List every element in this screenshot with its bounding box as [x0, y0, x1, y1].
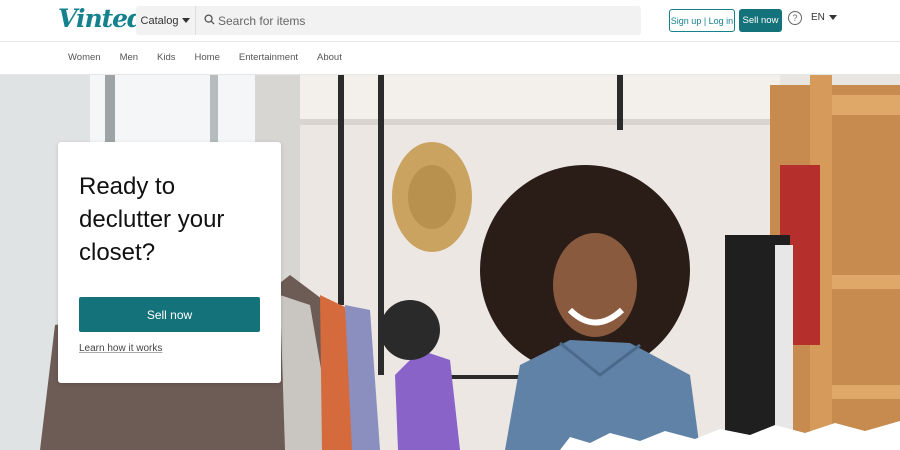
nav-item-women[interactable]: Women	[68, 52, 101, 63]
sell-now-hero-button[interactable]: Sell now	[79, 297, 260, 332]
catalog-label: Catalog	[140, 14, 179, 27]
hero-title: Ready to declutter your closet?	[79, 173, 225, 266]
language-selector[interactable]: EN	[811, 12, 837, 23]
nav-item-kids[interactable]: Kids	[157, 52, 175, 63]
question-circle-icon[interactable]: ?	[788, 11, 802, 25]
learn-how-it-works-link[interactable]: Learn how it works	[79, 343, 162, 354]
hero-banner: Ready to declutter your closet? Sell now…	[0, 75, 900, 450]
nav-item-entertainment[interactable]: Entertainment	[239, 52, 298, 63]
sell-now-header-button[interactable]: Sell now	[739, 9, 782, 32]
top-bar: Vinted Catalog Sign up | Log in Sell now…	[0, 0, 900, 42]
chevron-down-icon	[182, 18, 191, 23]
language-label: EN	[811, 12, 825, 23]
search-input[interactable]	[218, 9, 618, 32]
search-icon	[204, 14, 215, 25]
nav-item-about[interactable]: About	[317, 52, 342, 63]
chevron-down-icon	[828, 15, 837, 20]
catalog-dropdown[interactable]: Catalog	[136, 6, 196, 35]
hero-card: Ready to declutter your closet? Sell now…	[58, 142, 281, 383]
signup-login-button[interactable]: Sign up | Log in	[669, 9, 735, 32]
vinted-logo[interactable]: Vinted	[58, 4, 145, 33]
nav-item-home[interactable]: Home	[195, 52, 220, 63]
category-nav: Women Men Kids Home Entertainment About	[0, 42, 900, 75]
search-bar: Catalog	[136, 6, 641, 35]
nav-item-men[interactable]: Men	[120, 52, 138, 63]
